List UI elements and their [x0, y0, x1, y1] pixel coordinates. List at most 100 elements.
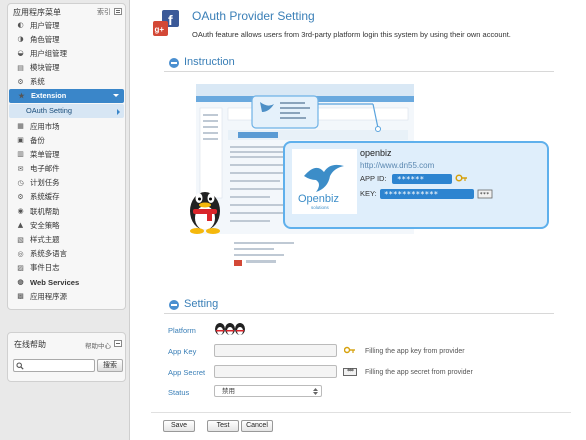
svg-text:f: f — [168, 12, 173, 28]
key-label: KEY: — [360, 189, 377, 198]
sidebar-item[interactable]: ▧ 样式主题 — [8, 232, 125, 246]
chevron-down-icon — [113, 93, 119, 97]
sidebar-item[interactable]: ✉ 电子邮件 — [8, 162, 125, 176]
page-description: OAuth feature allows users from 3rd-part… — [192, 30, 511, 39]
sidebar-item-label: 安全策略 — [30, 220, 60, 230]
sidebar-item[interactable]: OAuth Setting — [9, 103, 124, 118]
save-button[interactable]: Save — [163, 420, 195, 432]
main-content: f g+ OAuth Provider Setting OAuth featur… — [131, 0, 586, 440]
svg-text:***: *** — [480, 192, 490, 198]
sidebar-item-label: 应用市场 — [30, 121, 60, 131]
sidebar-item[interactable]: ▤ 模块管理 — [8, 61, 125, 75]
menu-list: ◐ 用户管理 ◑ 角色管理 ◒ 用户组管理 ▤ 模块管理 ⚙ 系统 ★ Extension OAuth … — [8, 18, 125, 303]
instruction-illustration: Openbiz solutions openbiz http://www.dn5… — [190, 84, 549, 266]
theme-icon: ▧ — [17, 235, 24, 244]
help-panel: 在线帮助 帮助中心 搜索 — [7, 332, 126, 382]
status-select[interactable]: 禁用 — [214, 385, 322, 397]
password-icon: *** — [343, 368, 357, 376]
sidebar-item[interactable]: ▲ 安全策略 — [8, 218, 125, 232]
help-center-link[interactable]: 帮助中心 — [85, 340, 111, 350]
key-icon — [344, 346, 355, 354]
collapse-icon[interactable] — [114, 340, 122, 347]
sidebar-item-label: 系统多语言 — [30, 249, 67, 259]
sidebar-item-label: 系统缓存 — [30, 192, 60, 202]
app-menu-panel: 应用程序菜单 索引 ◐ 用户管理 ◑ 角色管理 ◒ 用户组管理 ▤ 模块管理 ⚙ 系统 ★ Exten… — [7, 3, 126, 310]
help-icon: ◉ — [17, 207, 24, 216]
sidebar-item[interactable]: ▦ 应用市场 — [8, 119, 125, 133]
sidebar-item-label: Extension — [31, 91, 67, 101]
instruction-title: Instruction — [184, 56, 235, 68]
setting-title: Setting — [184, 298, 219, 310]
search-button[interactable]: 搜索 — [97, 359, 123, 372]
sidebar-item-label: 系统 — [30, 77, 45, 87]
index-link[interactable]: 索引 — [97, 7, 111, 17]
cancel-button[interactable]: Cancel — [241, 420, 273, 432]
sidebar-item[interactable]: ◑ 角色管理 — [8, 32, 125, 46]
app-secret-input[interactable] — [214, 365, 337, 378]
status-value: 禁用 — [222, 387, 235, 395]
menu-icon: ▥ — [17, 150, 24, 159]
google-facebook-logo-icon: f g+ — [153, 10, 179, 36]
sidebar-item[interactable]: ▨ 事件日志 — [8, 261, 125, 275]
app-menu-title: 应用程序菜单 — [13, 8, 61, 17]
help-search-input[interactable] — [13, 359, 95, 372]
log-icon: ▨ — [17, 263, 24, 272]
sidebar-item-label: 模块管理 — [30, 63, 60, 73]
sidebar-item-label: 联机帮助 — [30, 206, 60, 216]
app-key-input[interactable] — [214, 344, 337, 357]
openbiz-logo-text: Openbiz — [298, 193, 339, 205]
key-value: ************ — [384, 190, 438, 199]
app-id-label: APP ID: — [360, 174, 387, 183]
sidebar-item-label: 用户组管理 — [30, 48, 67, 58]
sidebar-item[interactable]: ◐ 用户管理 — [8, 18, 125, 32]
sidebar-item[interactable]: ★ Extension — [9, 88, 124, 103]
schedule-icon: ◷ — [17, 178, 24, 187]
backup-icon: ▣ — [17, 136, 24, 145]
sidebar-item[interactable]: ⚙ 系统缓存 — [8, 190, 125, 204]
openbiz-brand: openbiz — [360, 148, 392, 158]
arrow-right-icon — [117, 108, 120, 115]
app-menu-header: 应用程序菜单 索引 — [8, 4, 125, 18]
sidebar-item[interactable]: ⚙ 系统 — [8, 75, 125, 89]
group-icon: ◒ — [17, 49, 24, 58]
sidebar-item[interactable]: ◍ Web Services — [8, 275, 125, 289]
platform-label: Platform — [168, 326, 196, 335]
select-arrows-icon — [313, 388, 318, 395]
list-icon[interactable] — [114, 8, 122, 15]
sidebar: 应用程序菜单 索引 ◐ 用户管理 ◑ 角色管理 ◒ 用户组管理 ▤ 模块管理 ⚙ 系统 ★ Exten… — [0, 0, 130, 440]
email-icon: ✉ — [17, 164, 24, 173]
module-icon: ▤ — [17, 63, 24, 72]
language-icon: ◎ — [17, 249, 24, 258]
openbiz-url: http://www.dn55.com — [360, 161, 435, 170]
sidebar-item[interactable]: ▣ 备份 — [8, 133, 125, 147]
app-id-value: ****** — [397, 175, 424, 184]
sidebar-item[interactable]: ◒ 用户组管理 — [8, 46, 125, 60]
test-button[interactable]: Test — [207, 420, 239, 432]
webservice-icon: ◍ — [17, 279, 24, 287]
cache-icon: ⚙ — [17, 192, 24, 201]
sidebar-item[interactable]: ▥ 菜单管理 — [8, 147, 125, 161]
sidebar-item-label: 事件日志 — [30, 263, 60, 273]
openbiz-logo-sub: solutions — [311, 205, 330, 210]
role-icon: ◑ — [17, 35, 24, 44]
sidebar-item[interactable]: ◉ 联机帮助 — [8, 204, 125, 218]
page-title: OAuth Provider Setting — [192, 9, 315, 23]
sidebar-item[interactable]: ◎ 系统多语言 — [8, 247, 125, 261]
sidebar-item[interactable]: ▩ 应用程序源 — [8, 289, 125, 303]
app-secret-label: App Secret — [168, 368, 206, 377]
help-title: 在线帮助 — [14, 340, 46, 349]
sidebar-item-label: 用户管理 — [30, 20, 60, 30]
market-icon: ▦ — [17, 122, 24, 131]
security-icon: ▲ — [17, 221, 24, 230]
status-label: Status — [168, 388, 190, 397]
qq-platform-icon[interactable] — [214, 321, 248, 337]
collapse-icon[interactable] — [169, 300, 179, 310]
setting-section-header: Setting — [164, 298, 554, 314]
sidebar-item-label: 应用程序源 — [30, 291, 67, 301]
collapse-icon[interactable] — [169, 58, 179, 68]
sidebar-item-label: OAuth Setting — [26, 106, 73, 116]
sidebar-item-label: 电子邮件 — [30, 164, 60, 174]
svg-text:g+: g+ — [155, 25, 165, 34]
sidebar-item[interactable]: ◷ 计划任务 — [8, 176, 125, 190]
extension-icon: ★ — [18, 92, 25, 100]
